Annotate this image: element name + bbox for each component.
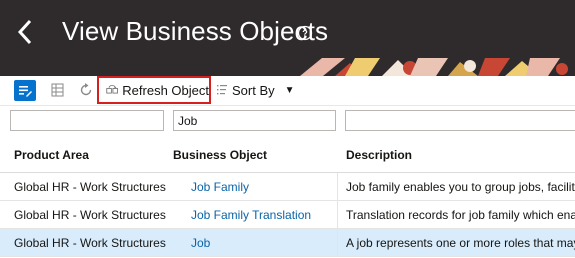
sort-by-label: Sort By: [232, 82, 275, 98]
refresh-object-icon: [106, 85, 118, 94]
page-header: View Business Objects ?: [0, 0, 575, 66]
product-area-cell: Global HR - Work Structures: [14, 236, 166, 250]
caret-down-icon: ▼: [284, 84, 295, 96]
product-area-cell: Global HR - Work Structures: [14, 180, 166, 194]
decorative-banner: [0, 58, 575, 76]
sort-by-dropdown[interactable]: Sort By ▼: [216, 81, 295, 99]
refresh-object-button[interactable]: Refresh Object: [97, 76, 211, 104]
description-cell: Job family enables you to group jobs, fa…: [346, 180, 575, 194]
table-row[interactable]: Global HR - Work Structures Job A job re…: [0, 229, 575, 257]
business-object-filter[interactable]: [173, 110, 336, 131]
column-divider: [337, 229, 338, 257]
toolbar: Refresh Object Sort By ▼: [0, 76, 575, 106]
product-area-cell: Global HR - Work Structures: [14, 208, 166, 222]
column-header-business-object[interactable]: Business Object: [173, 148, 267, 162]
chevron-left-icon[interactable]: [13, 17, 39, 47]
business-object-link[interactable]: Job Family Translation: [191, 208, 335, 222]
column-divider: [337, 201, 338, 229]
table-row[interactable]: Global HR - Work Structures Job Family T…: [0, 201, 575, 229]
freeze-column-icon[interactable]: [50, 82, 66, 98]
description-cell: Translation records for job family which…: [346, 208, 575, 222]
description-cell: A job represents one or more roles that …: [346, 236, 575, 250]
help-circle-icon[interactable]: ?: [297, 25, 313, 41]
product-area-filter[interactable]: [10, 110, 164, 131]
sort-icon: [217, 85, 227, 95]
svg-text:?: ?: [302, 29, 308, 39]
business-object-link[interactable]: Job Family: [191, 180, 331, 194]
description-filter[interactable]: [345, 110, 575, 131]
refresh-icon[interactable]: [78, 82, 94, 98]
column-header-product-area[interactable]: Product Area: [14, 148, 89, 162]
business-object-link[interactable]: Job: [191, 236, 331, 250]
filter-row: [0, 106, 575, 134]
column-divider: [337, 173, 338, 201]
refresh-object-label: Refresh Object: [122, 82, 209, 98]
table-row[interactable]: Global HR - Work Structures Job Family J…: [0, 173, 575, 201]
page-title: View Business Objects: [62, 16, 329, 46]
table-header: Product Area Business Object Description: [0, 140, 575, 173]
edit-list-button[interactable]: [14, 80, 36, 101]
edit-list-icon: [19, 85, 32, 97]
column-header-description[interactable]: Description: [346, 148, 412, 162]
